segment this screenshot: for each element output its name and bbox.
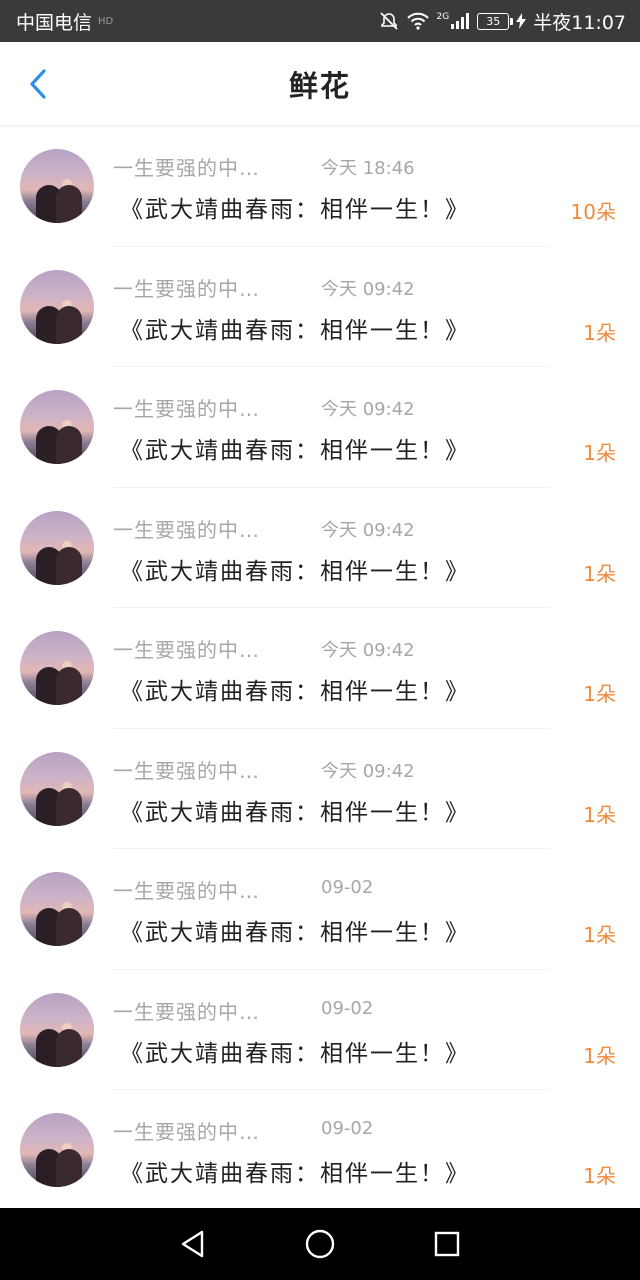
avatar[interactable] (20, 992, 94, 1067)
item-time: 今天 18:46 (321, 158, 415, 179)
flower-count: 1朵 (583, 682, 616, 706)
avatar[interactable] (20, 751, 94, 826)
item-title: 《武大靖曲春雨：相伴一生！》 (120, 438, 470, 464)
sender-name: 一生要强的中… (113, 879, 260, 903)
system-recent-button[interactable] (427, 1224, 467, 1264)
bolt-icon (516, 13, 527, 29)
square-recent-icon (434, 1231, 459, 1257)
list-item[interactable]: 一生要强的中… 09-02 《武大靖曲春雨：相伴一生！》 1朵 (0, 849, 640, 970)
bell-off-icon (379, 11, 399, 31)
list-item[interactable]: 一生要强的中… 今天 09:42 《武大靖曲春雨：相伴一生！》 1朵 (0, 608, 640, 729)
carrier-label: 中国电信 (16, 11, 93, 34)
sender-name: 一生要强的中… (113, 758, 260, 783)
flower-list: 一生要强的中… 今天 18:46 《武大靖曲春雨：相伴一生！》 10朵 一生要强… (0, 126, 640, 1208)
status-left: 中国电信 HD (16, 8, 113, 35)
item-title: 《武大靖曲春雨：相伴一生！》 (120, 558, 470, 585)
flower-count: 1朵 (583, 802, 616, 827)
avatar[interactable] (20, 872, 94, 946)
item-title: 《武大靖曲春雨：相伴一生！》 (120, 1040, 470, 1067)
sender-name: 一生要强的中… (113, 1120, 260, 1144)
item-title: 《武大靖曲春雨：相伴一生！》 (120, 317, 470, 344)
system-home-button[interactable] (300, 1224, 340, 1264)
status-right: 2G 35 半夜11:07 (379, 8, 626, 35)
nav-bar: 鲜花 (0, 42, 640, 126)
item-time: 09-02 (321, 877, 374, 898)
sender-name: 一生要强的中… (113, 156, 260, 180)
back-button[interactable] (18, 64, 58, 104)
list-item[interactable]: 一生要强的中… 今天 09:42 《武大靖曲春雨：相伴一生！》 1朵 (0, 488, 640, 608)
battery-indicator: 35 (477, 12, 514, 30)
list-item[interactable]: 一生要强的中… 今天 09:42 《武大靖曲春雨：相伴一生！》 1朵 (0, 247, 640, 367)
sender-name: 一生要强的中… (113, 999, 260, 1024)
flower-count: 10朵 (570, 200, 616, 224)
sender-name: 一生要强的中… (113, 638, 260, 662)
item-title: 《武大靖曲春雨：相伴一生！》 (120, 679, 470, 705)
item-time: 今天 09:42 (321, 640, 415, 661)
flower-count: 1朵 (583, 561, 616, 586)
avatar[interactable] (20, 269, 94, 344)
chevron-left-icon (30, 69, 46, 99)
item-title: 《武大靖曲春雨：相伴一生！》 (120, 920, 470, 946)
list-item[interactable]: 一生要强的中… 今天 18:46 《武大靖曲春雨：相伴一生！》 10朵 (0, 126, 640, 247)
avatar[interactable] (20, 631, 94, 705)
list-item[interactable]: 一生要强的中… 09-02 《武大靖曲春雨：相伴一生！》 1朵 (0, 970, 640, 1090)
hd-label: HD (98, 15, 114, 27)
flower-count: 1朵 (583, 1164, 616, 1188)
network-label: 2G (436, 12, 450, 22)
list-item[interactable]: 一生要强的中… 09-02 《武大靖曲春雨：相伴一生！》 1朵 (0, 1090, 640, 1208)
avatar[interactable] (20, 1113, 94, 1187)
status-bar: 中国电信 HD 2G 35 半夜11:07 (0, 0, 640, 42)
item-title: 《武大靖曲春雨：相伴一生！》 (120, 197, 470, 223)
circle-home-icon (305, 1229, 335, 1259)
item-title: 《武大靖曲春雨：相伴一生！》 (120, 1161, 470, 1187)
sender-name: 一生要强的中… (113, 276, 260, 301)
avatar[interactable] (20, 390, 94, 464)
signal-icon: 2G (437, 12, 471, 30)
list-item[interactable]: 一生要强的中… 今天 09:42 《武大靖曲春雨：相伴一生！》 1朵 (0, 367, 640, 488)
item-time: 今天 09:42 (321, 399, 415, 420)
item-time: 今天 09:42 (321, 278, 415, 300)
item-time: 今天 09:42 (321, 519, 415, 541)
item-title: 《武大靖曲春雨：相伴一生！》 (120, 799, 470, 826)
item-time: 09-02 (321, 997, 374, 1019)
list-item[interactable]: 一生要强的中… 今天 09:42 《武大靖曲春雨：相伴一生！》 1朵 (0, 729, 640, 849)
flower-count: 1朵 (583, 320, 616, 345)
wifi-icon (406, 12, 430, 30)
item-time: 今天 09:42 (321, 760, 415, 782)
flower-count: 1朵 (583, 923, 616, 947)
avatar[interactable] (20, 149, 94, 223)
status-time: 半夜11:07 (533, 11, 626, 34)
avatar[interactable] (20, 510, 94, 585)
flower-count: 1朵 (583, 441, 616, 465)
system-back-button[interactable] (173, 1224, 213, 1264)
item-time: 09-02 (321, 1118, 374, 1139)
page-title: 鲜花 (288, 68, 351, 103)
flower-count: 1朵 (583, 1043, 616, 1068)
triangle-back-icon (182, 1230, 204, 1258)
system-nav-bar (0, 1208, 640, 1280)
sender-name: 一生要强的中… (113, 517, 260, 542)
sender-name: 一生要强的中… (113, 397, 260, 421)
